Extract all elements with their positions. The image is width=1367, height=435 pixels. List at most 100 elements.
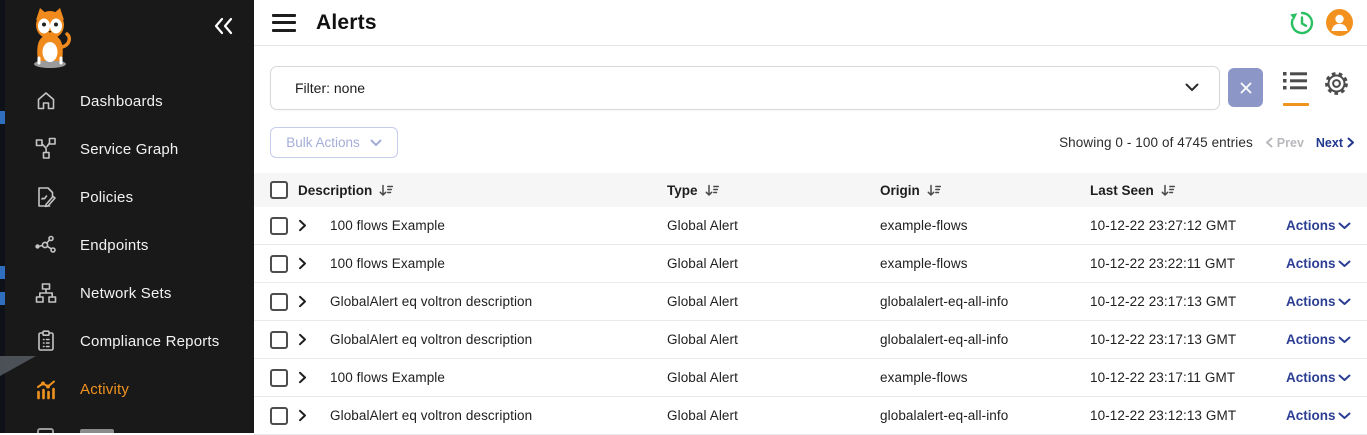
sidebar-collapse-button[interactable] <box>210 13 236 39</box>
prev-page-button[interactable]: Prev <box>1265 136 1304 150</box>
sidebar-nav: Dashboards Service Graph Policies Endpoi… <box>0 77 254 413</box>
hamburger-menu-icon[interactable] <box>272 14 296 32</box>
bulk-actions-button[interactable]: Bulk Actions <box>270 127 398 158</box>
settings-button[interactable] <box>1322 69 1350 97</box>
type-cell: Global Alert <box>667 408 880 423</box>
column-header-origin[interactable]: Origin <box>880 183 1090 198</box>
main-content: Alerts Filter: none <box>254 0 1367 433</box>
row-checkbox[interactable] <box>270 293 288 311</box>
clear-filter-button[interactable] <box>1228 68 1263 107</box>
user-icon <box>1326 9 1353 36</box>
chevron-right-icon <box>298 371 307 384</box>
partial-icon <box>37 428 54 433</box>
sidebar-item-label: Network Sets <box>80 285 172 302</box>
description-cell: GlobalAlert eq voltron description <box>324 408 667 423</box>
actions-menu-button[interactable]: Actions <box>1286 256 1367 271</box>
next-page-button[interactable]: Next <box>1316 136 1355 150</box>
filter-value: Filter: none <box>295 80 365 96</box>
table-row: 100 flows Example Global Alert example-f… <box>254 245 1367 283</box>
row-expand-chevron[interactable] <box>298 330 324 350</box>
history-button[interactable] <box>1288 9 1316 37</box>
edge-marker <box>0 111 5 124</box>
origin-cell: example-flows <box>880 256 1090 271</box>
origin-cell: globalalert-eq-all-info <box>880 294 1090 309</box>
table-row: 100 flows Example Global Alert example-f… <box>254 207 1367 245</box>
active-tab-indicator <box>1283 103 1309 106</box>
sidebar-item-activity[interactable]: Activity <box>0 365 254 413</box>
chevron-right-icon <box>298 257 307 270</box>
actions-menu-button[interactable]: Actions <box>1286 332 1367 347</box>
sidebar-item-endpoints[interactable]: Endpoints <box>0 221 254 269</box>
endpoints-icon <box>34 233 58 257</box>
row-checkbox[interactable] <box>270 369 288 387</box>
bulk-actions-label: Bulk Actions <box>286 135 360 150</box>
chevron-right-icon <box>298 219 307 232</box>
sidebar-item-service-graph[interactable]: Service Graph <box>0 125 254 173</box>
origin-cell: example-flows <box>880 370 1090 385</box>
column-header-description[interactable]: Description <box>298 183 667 198</box>
actions-menu-button[interactable]: Actions <box>1286 218 1367 233</box>
sidebar-item-network-sets[interactable]: Network Sets <box>0 269 254 317</box>
sidebar-item-label: Activity <box>80 381 129 398</box>
row-checkbox[interactable] <box>270 331 288 349</box>
list-view-tab[interactable] <box>1283 71 1311 106</box>
policies-icon <box>34 185 58 209</box>
edge-marker <box>0 266 5 279</box>
calico-cat-logo <box>24 7 76 69</box>
last-seen-cell: 10-12-22 23:17:11 GMT <box>1090 370 1286 385</box>
last-seen-cell: 10-12-22 23:12:13 GMT <box>1090 408 1286 423</box>
fold-corner-decoration <box>0 356 36 376</box>
sidebar-item-label: Endpoints <box>80 237 149 254</box>
sidebar-item-policies[interactable]: Policies <box>0 173 254 221</box>
chevron-down-icon <box>1338 222 1351 230</box>
origin-cell: globalalert-eq-all-info <box>880 408 1090 423</box>
double-chevron-left-icon <box>212 16 234 36</box>
chevron-down-icon <box>1338 336 1351 344</box>
home-icon <box>34 89 58 113</box>
sidebar-item-dashboards[interactable]: Dashboards <box>0 77 254 125</box>
top-header-bar: Alerts <box>254 0 1367 46</box>
sort-icon <box>705 184 719 197</box>
chevron-down-icon <box>1338 298 1351 306</box>
origin-cell: example-flows <box>880 218 1090 233</box>
actions-menu-button[interactable]: Actions <box>1286 408 1367 423</box>
row-checkbox[interactable] <box>270 217 288 235</box>
sidebar-item-compliance-reports[interactable]: Compliance Reports <box>0 317 254 365</box>
last-seen-cell: 10-12-22 23:27:12 GMT <box>1090 218 1286 233</box>
description-cell: GlobalAlert eq voltron description <box>324 294 667 309</box>
user-avatar[interactable] <box>1326 9 1353 36</box>
chevron-left-icon <box>1265 137 1273 148</box>
actions-menu-button[interactable]: Actions <box>1286 370 1367 385</box>
list-view-icon <box>1283 71 1309 91</box>
last-seen-cell: 10-12-22 23:17:13 GMT <box>1090 332 1286 347</box>
row-expand-chevron[interactable] <box>298 368 324 388</box>
chevron-right-icon <box>1347 137 1355 148</box>
activity-icon <box>34 377 58 401</box>
pagination: Showing 0 - 100 of 4745 entries Prev Nex… <box>1059 127 1355 158</box>
row-expand-chevron[interactable] <box>298 292 324 312</box>
chevron-down-icon <box>370 139 382 147</box>
row-expand-chevron[interactable] <box>298 406 324 426</box>
sidebar-item-label: Service Graph <box>80 141 178 158</box>
chevron-down-icon <box>1338 374 1351 382</box>
row-checkbox[interactable] <box>270 407 288 425</box>
column-header-type[interactable]: Type <box>667 183 880 198</box>
type-cell: Global Alert <box>667 332 880 347</box>
type-cell: Global Alert <box>667 218 880 233</box>
sidebar-item-partial[interactable] <box>0 425 254 433</box>
chevron-down-icon <box>1338 412 1351 420</box>
select-all-checkbox[interactable] <box>270 181 288 199</box>
last-seen-cell: 10-12-22 23:22:11 GMT <box>1090 256 1286 271</box>
row-expand-chevron[interactable] <box>298 254 324 274</box>
column-header-last-seen[interactable]: Last Seen <box>1090 183 1286 198</box>
actions-menu-button[interactable]: Actions <box>1286 294 1367 309</box>
row-expand-chevron[interactable] <box>298 216 324 236</box>
filter-dropdown[interactable]: Filter: none <box>270 66 1220 110</box>
chevron-right-icon <box>298 295 307 308</box>
row-checkbox[interactable] <box>270 255 288 273</box>
table-row: GlobalAlert eq voltron description Globa… <box>254 283 1367 321</box>
sidebar: Dashboards Service Graph Policies Endpoi… <box>0 0 254 433</box>
table-row: 100 flows Example Global Alert example-f… <box>254 359 1367 397</box>
sort-icon <box>379 184 393 197</box>
edge-marker <box>0 292 5 305</box>
